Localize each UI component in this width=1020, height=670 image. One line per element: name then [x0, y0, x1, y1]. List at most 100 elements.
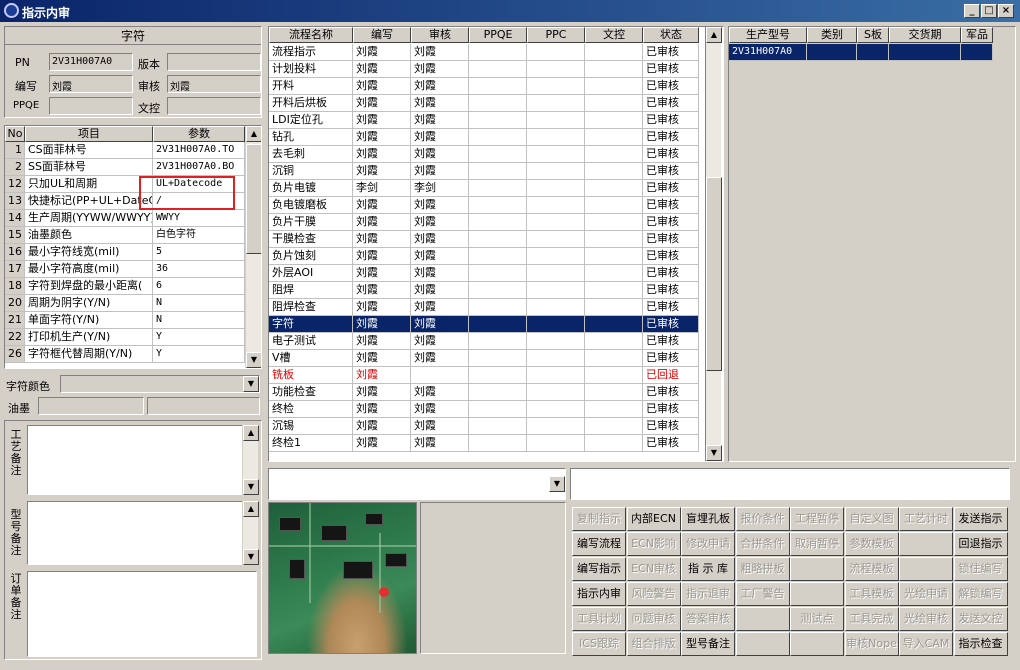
- process-row[interactable]: 终检 刘霞 刘霞 已审核: [269, 401, 699, 418]
- action-button-3-1[interactable]: 风险警告: [626, 582, 681, 606]
- process-row[interactable]: 沉铜 刘霞 刘霞 已审核: [269, 163, 699, 180]
- action-button-2-2[interactable]: 指 示 库: [681, 557, 735, 581]
- action-button-3-7[interactable]: 解锁编写: [953, 582, 1008, 606]
- process-row[interactable]: 外层AOI 刘霞 刘霞 已审核: [269, 265, 699, 282]
- param-row[interactable]: 18 字符到焊盘的最小距离(6: [5, 278, 245, 295]
- action-button-0-4[interactable]: 工程暂停: [790, 507, 844, 531]
- action-button-4-6[interactable]: 光绘审核: [899, 607, 953, 631]
- process-row[interactable]: 铣板 刘霞 已回退: [269, 367, 699, 384]
- param-row[interactable]: 16 最小字符线宽(mil) 5: [5, 244, 245, 261]
- close-button[interactable]: ×: [998, 4, 1014, 18]
- process-row[interactable]: 负片干膜 刘霞 刘霞 已审核: [269, 214, 699, 231]
- action-button-3-3[interactable]: 工厂警告: [735, 582, 790, 606]
- action-button-2-3[interactable]: 粗略拼板: [735, 557, 790, 581]
- col-header-military[interactable]: 军品: [961, 27, 993, 43]
- process-row[interactable]: 阻焊检查 刘霞 刘霞 已审核: [269, 299, 699, 316]
- action-button-4-2[interactable]: 答案审核: [681, 607, 735, 631]
- col-header-doc-control[interactable]: 文控: [585, 27, 643, 43]
- action-button-3-4[interactable]: [790, 582, 844, 606]
- action-button-5-2[interactable]: 型号备注: [681, 632, 735, 656]
- process-row[interactable]: 功能检查 刘霞 刘霞 已审核: [269, 384, 699, 401]
- production-row[interactable]: 2V31H007A0: [729, 44, 993, 61]
- param-row[interactable]: 15 油墨颜色 白色字符: [5, 227, 245, 244]
- action-button-5-0[interactable]: ICS跟踪: [572, 632, 626, 656]
- scroll-up-icon[interactable]: ▲: [246, 126, 261, 142]
- action-button-5-5[interactable]: 审核Nope: [844, 632, 899, 656]
- action-button-1-6[interactable]: [899, 532, 953, 556]
- param-row[interactable]: 14 生产周期(YYWW/WWYY) WWYY: [5, 210, 245, 227]
- process-row[interactable]: 负片电镀 李剑 李剑 已审核: [269, 180, 699, 197]
- author-field[interactable]: 刘霞: [49, 75, 133, 93]
- action-button-0-6[interactable]: 工艺计时: [899, 507, 953, 531]
- minimize-button[interactable]: _: [964, 4, 980, 18]
- col-header-author[interactable]: 编写: [353, 27, 411, 43]
- action-button-2-5[interactable]: 流程模板: [844, 557, 899, 581]
- action-button-4-3[interactable]: [735, 607, 790, 631]
- action-button-3-5[interactable]: 工具模板: [844, 582, 899, 606]
- col-header-ppc[interactable]: PPC: [527, 27, 585, 43]
- param-row[interactable]: 21 单面字符(Y/N) N: [5, 312, 245, 329]
- model-note-text[interactable]: [27, 501, 243, 565]
- action-button-5-1[interactable]: 组合排版: [626, 632, 681, 656]
- process-note-scrollbar[interactable]: ▲ ▼: [242, 425, 259, 495]
- scroll-up-icon[interactable]: ▲: [243, 425, 259, 441]
- ink-field-1[interactable]: [38, 397, 144, 415]
- col-header-status[interactable]: 状态: [643, 27, 699, 43]
- action-button-4-1[interactable]: 问题审核: [626, 607, 681, 631]
- process-row[interactable]: 沉锡 刘霞 刘霞 已审核: [269, 418, 699, 435]
- col-header-process-name[interactable]: 流程名称: [269, 27, 353, 43]
- col-header-type[interactable]: 类别: [807, 27, 857, 43]
- action-button-4-7[interactable]: 发送文控: [953, 607, 1008, 631]
- action-button-1-5[interactable]: 参数模板: [844, 532, 899, 556]
- action-button-4-5[interactable]: 工具完成: [844, 607, 899, 631]
- action-button-0-1[interactable]: 内部ECN: [626, 507, 681, 531]
- process-row[interactable]: 干膜检查 刘霞 刘霞 已审核: [269, 231, 699, 248]
- process-row[interactable]: 负片蚀刻 刘霞 刘霞 已审核: [269, 248, 699, 265]
- param-row[interactable]: 26 字符框代替周期(Y/N) Y: [5, 346, 245, 363]
- process-row[interactable]: V槽 刘霞 刘霞 已审核: [269, 350, 699, 367]
- action-button-0-0[interactable]: 复制指示: [572, 507, 626, 531]
- process-row[interactable]: 流程指示 刘霞 刘霞 已审核: [269, 44, 699, 61]
- process-row[interactable]: LDI定位孔 刘霞 刘霞 已审核: [269, 112, 699, 129]
- pn-field[interactable]: 2V31H007A0: [49, 53, 133, 71]
- process-scrollbar[interactable]: ▲ ▼: [705, 27, 722, 461]
- version-field[interactable]: [167, 53, 261, 71]
- action-button-5-6[interactable]: 导入CAM: [899, 632, 953, 656]
- message-field[interactable]: [570, 468, 1010, 500]
- char-color-select[interactable]: [60, 375, 260, 393]
- process-row[interactable]: 终检1 刘霞 刘霞 已审核: [269, 435, 699, 452]
- scroll-up-icon[interactable]: ▲: [243, 501, 259, 517]
- ppqe-field[interactable]: [49, 97, 133, 115]
- action-button-2-6[interactable]: [899, 557, 953, 581]
- process-row[interactable]: 钻孔 刘霞 刘霞 已审核: [269, 129, 699, 146]
- process-row[interactable]: 电子测试 刘霞 刘霞 已审核: [269, 333, 699, 350]
- process-row[interactable]: 去毛刺 刘霞 刘霞 已审核: [269, 146, 699, 163]
- maximize-button[interactable]: □: [981, 4, 997, 18]
- action-button-0-7[interactable]: 发送指示: [953, 507, 1008, 531]
- scroll-down-icon[interactable]: ▼: [246, 352, 261, 368]
- action-button-5-3[interactable]: [735, 632, 790, 656]
- process-row[interactable]: 负电镀磨板 刘霞 刘霞 已审核: [269, 197, 699, 214]
- action-button-4-4[interactable]: 测试点: [790, 607, 844, 631]
- col-header-value[interactable]: 参数: [153, 126, 245, 142]
- action-button-2-0[interactable]: 编写指示: [572, 557, 626, 581]
- action-button-3-0[interactable]: 指示内审: [572, 582, 626, 606]
- model-note-scrollbar[interactable]: ▲ ▼: [242, 501, 259, 565]
- col-header-ppqe[interactable]: PPQE: [469, 27, 527, 43]
- param-row[interactable]: 20 周期为阴字(Y/N) N: [5, 295, 245, 312]
- param-row[interactable]: 2 SS面菲林号 2V31H007A0.BO: [5, 159, 245, 176]
- char-color-dropdown-icon[interactable]: ▼: [243, 376, 259, 392]
- col-header-model[interactable]: 生产型号: [729, 27, 807, 43]
- scroll-up-icon[interactable]: ▲: [706, 27, 722, 43]
- action-button-1-7[interactable]: 回退指示: [953, 532, 1008, 556]
- param-row[interactable]: 17 最小字符高度(mil) 36: [5, 261, 245, 278]
- process-row[interactable]: 开料后烘板 刘霞 刘霞 已审核: [269, 95, 699, 112]
- action-button-2-1[interactable]: ECN审核: [626, 557, 681, 581]
- process-combo-dropdown-icon[interactable]: ▼: [549, 476, 565, 492]
- action-button-5-7[interactable]: 指示检查: [953, 632, 1008, 656]
- scroll-down-icon[interactable]: ▼: [243, 479, 259, 495]
- action-button-5-4[interactable]: [790, 632, 844, 656]
- action-button-2-4[interactable]: [790, 557, 844, 581]
- action-button-1-0[interactable]: 编写流程: [572, 532, 626, 556]
- col-header-no[interactable]: No: [5, 126, 25, 142]
